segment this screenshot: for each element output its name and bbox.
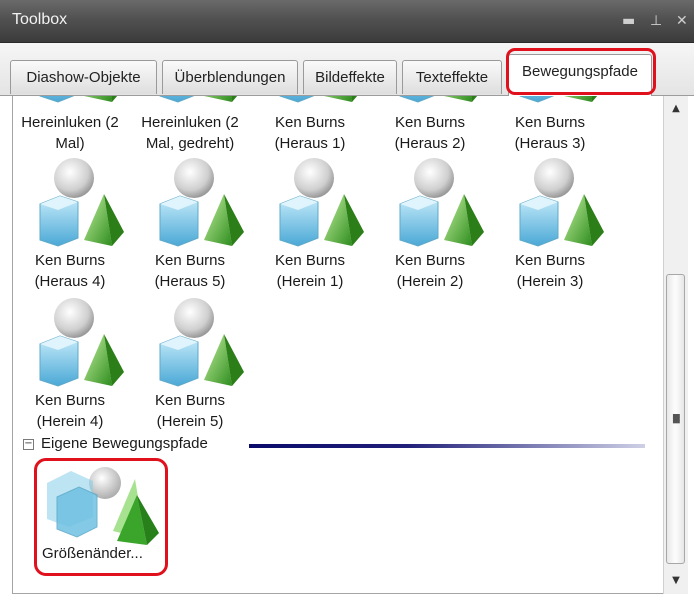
motion-path-label: Ken Burns (Heraus 3) <box>514 114 586 152</box>
grip-icon: ▬ ▬ ▬ <box>672 411 681 427</box>
tab-texteffekte[interactable]: Texteffekte <box>402 60 502 94</box>
resize-path-icon <box>47 467 159 545</box>
motion-path-label: Ken Burns (Heraus 4) <box>34 252 106 290</box>
minimize-icon[interactable]: ▬ <box>622 14 635 28</box>
motion-path-label: Hereinluken (2 Mal, gedreht) <box>141 114 239 152</box>
tab-bildeffekte[interactable]: Bildeffekte <box>303 60 397 94</box>
motion-path-item[interactable]: Hereinluken (2 Mal) <box>13 96 130 152</box>
motion-path-icon <box>159 298 244 387</box>
title-bar: Toolbox ▬ ⊥ ✕ <box>0 0 694 43</box>
motion-path-item[interactable]: Ken Burns (Heraus 4) <box>13 152 130 292</box>
motion-path-icon <box>39 298 124 387</box>
motion-path-label: Ken Burns (Herein 1) <box>274 252 346 290</box>
motion-path-icon <box>399 96 478 103</box>
motion-path-icon <box>159 96 238 103</box>
motion-path-icon <box>399 158 484 247</box>
motion-path-icon <box>279 158 364 247</box>
motion-path-label: Ken Burns (Herein 4) <box>34 392 106 430</box>
window-title: Toolbox <box>12 11 68 28</box>
motion-path-label: Ken Burns (Heraus 2) <box>394 114 466 152</box>
scroll-down-icon[interactable]: ▼ <box>664 570 688 592</box>
motion-path-icon <box>39 96 118 103</box>
motion-path-item[interactable]: Ken Burns (Heraus 3) <box>490 96 610 152</box>
motion-path-item[interactable]: Ken Burns (Herein 1) <box>250 152 370 292</box>
group-label: Eigene Bewegungspfade <box>41 435 208 452</box>
pin-icon[interactable]: ⊥ <box>650 14 662 28</box>
tab-bewegungspfade[interactable]: Bewegungspfade <box>508 54 652 96</box>
close-icon[interactable]: ✕ <box>676 14 688 28</box>
motion-path-item[interactable]: Ken Burns (Herein 3) <box>490 152 610 292</box>
group-header: − Eigene Bewegungspfade <box>23 435 653 456</box>
group-divider <box>249 444 645 448</box>
items-panel: Hereinluken (2 Mal) Hereinluken (2 Mal, g… <box>12 96 663 594</box>
tab-diashow-objekte[interactable]: Diashow-Objekte <box>10 60 157 94</box>
motion-path-icon <box>279 96 358 103</box>
motion-path-icon <box>519 96 598 103</box>
motion-path-item[interactable]: Ken Burns (Herein 4) <box>13 292 130 432</box>
scroll-up-icon[interactable]: ▲ <box>664 98 688 120</box>
motion-path-label: Ken Burns (Herein 5) <box>154 392 226 430</box>
motion-path-label: Hereinluken (2 Mal) <box>21 114 119 152</box>
motion-path-item[interactable]: Ken Burns (Heraus 1) <box>250 96 370 152</box>
motion-path-label: Ken Burns (Herein 3) <box>514 252 586 290</box>
tab-strip: Diashow-Objekte Überblendungen Bildeffek… <box>0 43 694 96</box>
motion-path-item[interactable]: Hereinluken (2 Mal, gedreht) <box>130 96 250 152</box>
motion-path-label: Ken Burns (Heraus 5) <box>154 252 226 290</box>
scroll-thumb[interactable]: ▬ ▬ ▬ <box>666 274 685 564</box>
toolbox-window: Toolbox ▬ ⊥ ✕ Diashow-Objekte Überblendu… <box>0 0 694 601</box>
custom-motion-path-item[interactable]: Größenänder... <box>34 458 168 576</box>
motion-path-item[interactable]: Ken Burns (Herein 5) <box>130 292 250 432</box>
motion-path-item[interactable]: Ken Burns (Heraus 5) <box>130 152 250 292</box>
custom-item-label: Größenänder... <box>42 545 143 562</box>
motion-path-label: Ken Burns (Heraus 1) <box>274 114 346 152</box>
collapse-toggle-icon[interactable]: − <box>23 439 34 450</box>
motion-path-label: Ken Burns (Herein 2) <box>394 252 466 290</box>
motion-path-item[interactable]: Ken Burns (Heraus 2) <box>370 96 490 152</box>
vertical-scrollbar[interactable]: ▲ ▬ ▬ ▬ ▼ <box>663 96 688 594</box>
tab-ueberblendungen[interactable]: Überblendungen <box>162 60 298 94</box>
motion-path-icon <box>519 158 604 247</box>
motion-path-icon <box>39 158 124 247</box>
motion-path-item[interactable]: Ken Burns (Herein 2) <box>370 152 490 292</box>
motion-path-icon <box>159 158 244 247</box>
